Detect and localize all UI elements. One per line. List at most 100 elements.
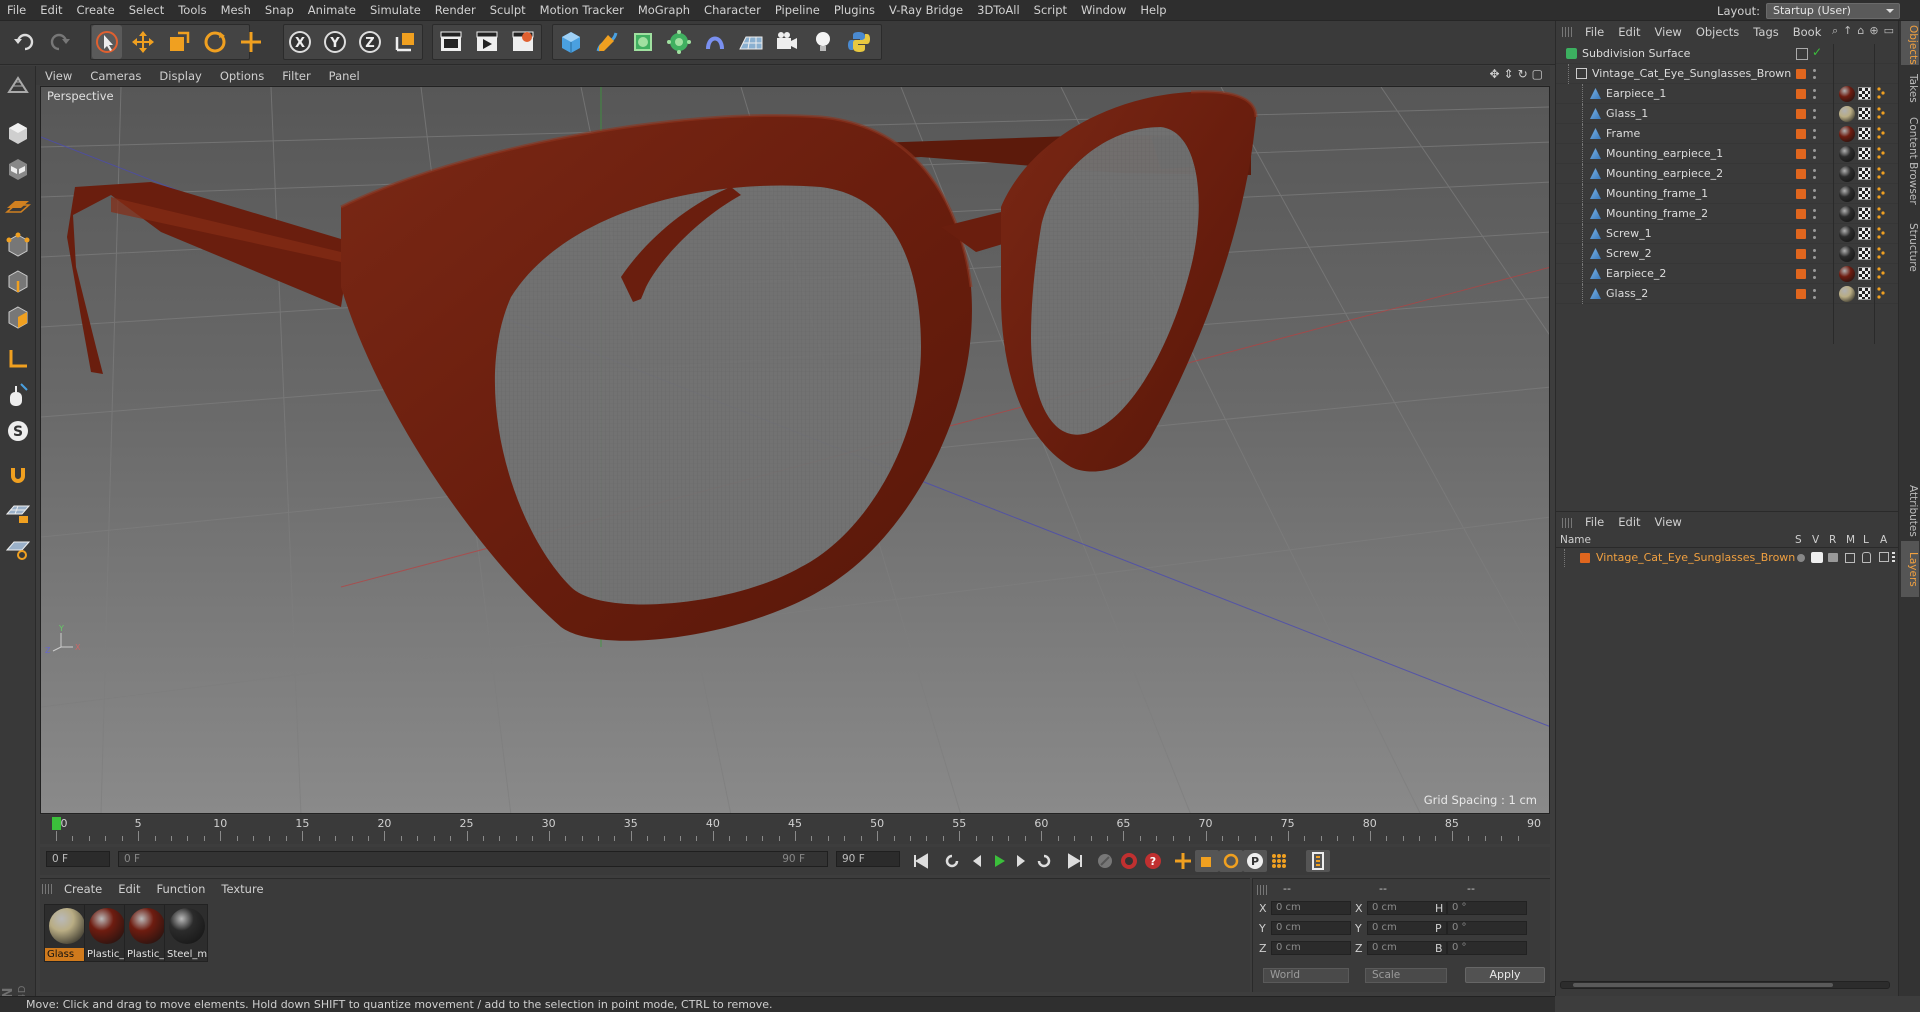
layer-color-swatch[interactable] xyxy=(1796,209,1806,219)
search-icon[interactable]: ⌕ xyxy=(1832,24,1838,38)
layer-more-icon[interactable] xyxy=(1892,552,1895,564)
floor-icon[interactable] xyxy=(736,25,766,59)
layer-horizontal-scrollbar[interactable] xyxy=(1560,981,1890,989)
menu-motion-tracker[interactable]: Motion Tracker xyxy=(533,3,631,17)
layer-menu-file[interactable]: File xyxy=(1578,515,1611,529)
render-to-picture-viewer-icon[interactable] xyxy=(472,25,502,59)
go-to-end-icon[interactable] xyxy=(1063,850,1087,872)
phong-tag-icon[interactable] xyxy=(1876,207,1886,219)
render-settings-icon[interactable] xyxy=(508,25,538,59)
menu-help[interactable]: Help xyxy=(1133,3,1173,17)
layer-color-swatch[interactable] xyxy=(1796,249,1806,259)
phong-tag-icon[interactable] xyxy=(1876,147,1886,159)
menu-mesh[interactable]: Mesh xyxy=(214,3,258,17)
layout-select[interactable]: Startup (User) xyxy=(1766,2,1900,19)
visibility-dots-icon[interactable] xyxy=(1813,187,1816,201)
object-row[interactable]: Glass_1 xyxy=(1556,104,1899,124)
planar-workplane-icon[interactable] xyxy=(3,534,33,564)
x-axis-lock-icon[interactable]: X xyxy=(285,25,315,59)
tab-content-browser[interactable]: Content Browser xyxy=(1901,111,1919,211)
object-row[interactable]: Earpiece_2 xyxy=(1556,264,1899,284)
enabled-check-icon[interactable]: ✓ xyxy=(1812,45,1822,59)
frame-range-slider[interactable]: 0 F 90 F xyxy=(118,851,828,867)
visibility-dots-icon[interactable] xyxy=(1813,247,1816,261)
object-row[interactable]: Subdivision Surface ✓ xyxy=(1556,44,1899,64)
layer-animation-icon[interactable] xyxy=(1879,552,1889,562)
new-view-icon[interactable]: ⊕ xyxy=(1869,24,1878,38)
uvw-tag-icon[interactable] xyxy=(1858,267,1871,280)
material-swatch[interactable]: Plastic_f xyxy=(124,904,168,962)
model-mode-icon[interactable] xyxy=(3,118,33,148)
material-menu-texture[interactable]: Texture xyxy=(213,882,271,896)
object-name[interactable]: Screw_2 xyxy=(1606,247,1652,260)
coord-value-field[interactable]: 0 ° xyxy=(1447,901,1527,915)
object-name[interactable]: Screw_1 xyxy=(1606,227,1652,240)
go-to-start-icon[interactable] xyxy=(909,850,933,872)
home-icon[interactable]: ⌂ xyxy=(1857,24,1864,38)
tab-structure[interactable]: Structure xyxy=(1901,217,1919,277)
live-selection-icon[interactable] xyxy=(92,25,122,59)
edges-mode-icon[interactable] xyxy=(3,266,33,296)
object-menu-view[interactable]: View xyxy=(1648,25,1689,39)
locked-workplane-icon[interactable] xyxy=(3,498,33,528)
phong-tag-icon[interactable] xyxy=(1876,287,1886,299)
uvw-tag-icon[interactable] xyxy=(1858,147,1871,160)
material-tag-icon[interactable] xyxy=(1839,206,1855,222)
menu-simulate[interactable]: Simulate xyxy=(363,3,428,17)
layer-manager-icon[interactable] xyxy=(1845,553,1855,563)
viewport-menu-panel[interactable]: Panel xyxy=(320,69,369,83)
menu-create[interactable]: Create xyxy=(70,3,122,17)
layer-render-icon[interactable] xyxy=(1828,553,1838,562)
material-tag-icon[interactable] xyxy=(1839,266,1855,282)
layer-color-swatch[interactable] xyxy=(1796,269,1806,279)
object-row[interactable]: Frame xyxy=(1556,124,1899,144)
deformer-icon[interactable] xyxy=(700,25,730,59)
object-name[interactable]: Vintage_Cat_Eye_Sunglasses_Brown xyxy=(1592,67,1791,80)
object-row[interactable]: Glass_2 xyxy=(1556,284,1899,304)
menu-window[interactable]: Window xyxy=(1074,3,1133,17)
light-icon[interactable] xyxy=(808,25,838,59)
key-scale-icon[interactable] xyxy=(1195,850,1219,872)
tab-takes[interactable]: Takes xyxy=(1901,67,1919,109)
material-tag-icon[interactable] xyxy=(1839,246,1855,262)
viewport-toggle-icon[interactable]: ▢ xyxy=(1532,67,1543,81)
phong-tag-icon[interactable] xyxy=(1876,127,1886,139)
visibility-dots-icon[interactable] xyxy=(1813,107,1816,121)
layer-color-swatch[interactable] xyxy=(1796,229,1806,239)
object-menu-tags[interactable]: Tags xyxy=(1746,25,1785,39)
visibility-dots-icon[interactable] xyxy=(1813,67,1816,81)
layer-color-swatch[interactable] xyxy=(1580,553,1590,563)
material-tag-icon[interactable] xyxy=(1839,186,1855,202)
material-tag-icon[interactable] xyxy=(1839,166,1855,182)
material-tag-icon[interactable] xyxy=(1839,286,1855,302)
play-icon[interactable] xyxy=(987,850,1011,872)
tab-objects[interactable]: Objects xyxy=(1901,21,1919,65)
menu-file[interactable]: File xyxy=(0,3,33,17)
next-key-icon[interactable] xyxy=(1032,850,1056,872)
snap-icon[interactable]: S xyxy=(3,416,33,446)
record-keys-icon[interactable] xyxy=(1093,850,1117,872)
maximize-icon[interactable]: ▭ xyxy=(1884,24,1894,38)
coord-value-field[interactable]: 0 cm xyxy=(1271,941,1351,955)
object-row[interactable]: Mounting_earpiece_1 xyxy=(1556,144,1899,164)
viewport-menu-cameras[interactable]: Cameras xyxy=(81,69,150,83)
material-menu-edit[interactable]: Edit xyxy=(110,882,148,896)
uvw-tag-icon[interactable] xyxy=(1858,167,1871,180)
camera-icon[interactable] xyxy=(772,25,802,59)
python-icon[interactable] xyxy=(844,25,874,59)
uvw-tag-icon[interactable] xyxy=(1858,187,1871,200)
layer-row[interactable]: Vintage_Cat_Eye_Sunglasses_Brown xyxy=(1556,549,1899,567)
coord-value-field[interactable]: 0 ° xyxy=(1447,941,1527,955)
material-tag-icon[interactable] xyxy=(1839,86,1855,102)
object-row[interactable]: Mounting_earpiece_2 xyxy=(1556,164,1899,184)
apply-button[interactable]: Apply xyxy=(1465,967,1545,983)
object-name[interactable]: Earpiece_2 xyxy=(1606,267,1666,280)
menu-tools[interactable]: Tools xyxy=(171,3,213,17)
coordinate-system-icon[interactable] xyxy=(390,25,420,59)
visibility-dots-icon[interactable] xyxy=(1813,207,1816,221)
material-swatch[interactable]: Glass xyxy=(44,904,89,962)
object-row[interactable]: Vintage_Cat_Eye_Sunglasses_Brown xyxy=(1556,64,1899,84)
uvw-tag-icon[interactable] xyxy=(1858,207,1871,220)
visibility-dots-icon[interactable] xyxy=(1813,287,1816,301)
visibility-dots-icon[interactable] xyxy=(1813,127,1816,141)
